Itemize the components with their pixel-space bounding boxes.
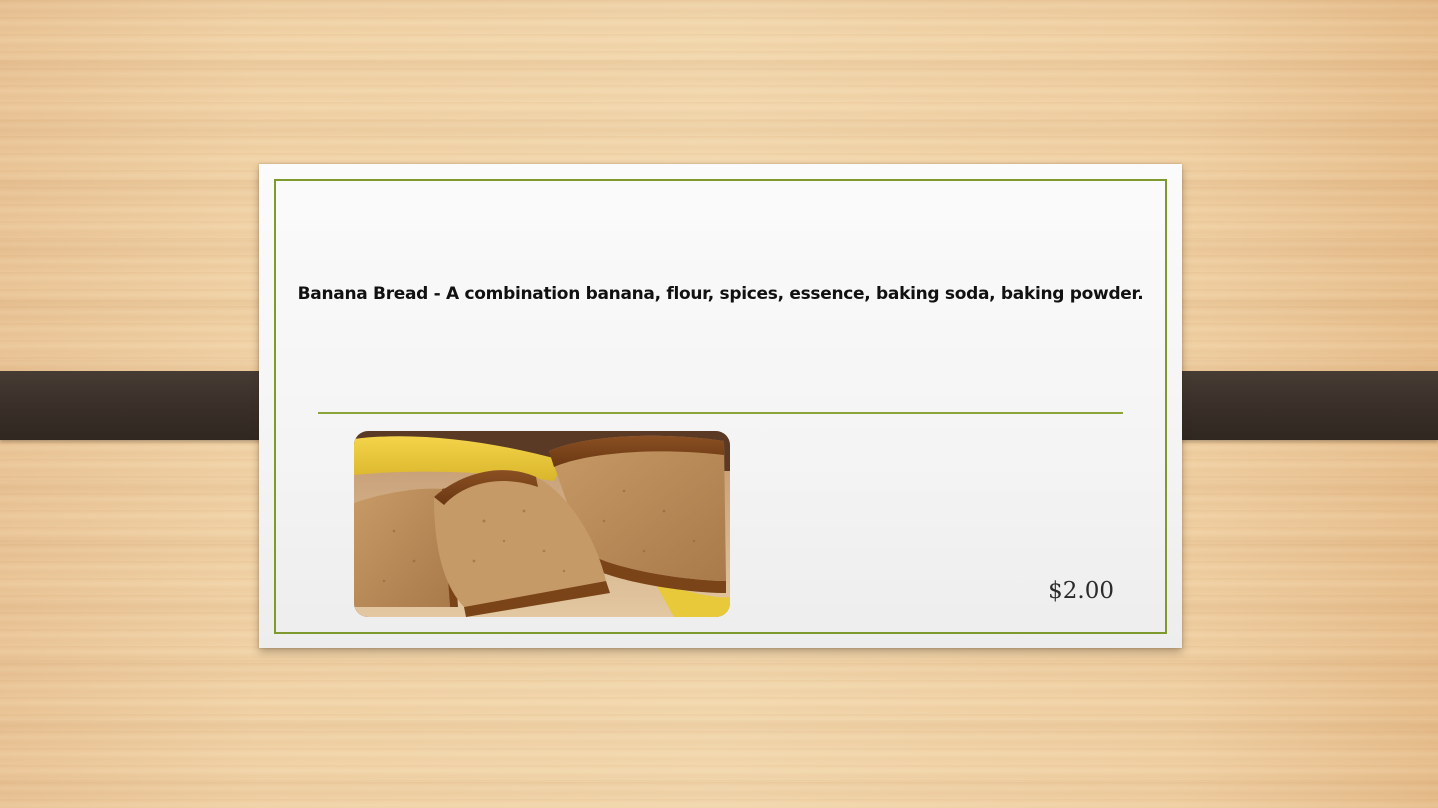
left-ribbon-band [0,367,292,444]
right-ribbon-band [1149,367,1438,444]
banana-bread-photo [354,431,730,617]
title-divider [318,412,1123,414]
menu-item-title: Banana Bread - A combination banana, flo… [297,284,1144,304]
menu-item-price: $2.00 [1048,578,1114,604]
menu-card: Banana Bread - A combination banana, flo… [259,164,1182,648]
